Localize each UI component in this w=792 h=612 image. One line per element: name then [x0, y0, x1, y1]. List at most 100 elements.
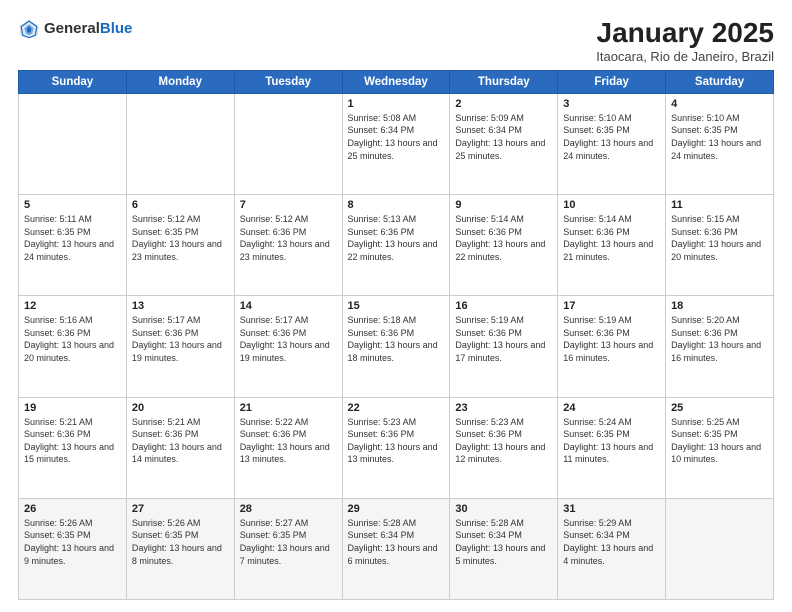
day-info: Sunrise: 5:12 AMSunset: 6:35 PMDaylight:…	[132, 213, 229, 263]
calendar-cell: 8 Sunrise: 5:13 AMSunset: 6:36 PMDaylight…	[342, 195, 450, 296]
calendar-cell: 15 Sunrise: 5:18 AMSunset: 6:36 PMDayligh…	[342, 296, 450, 397]
calendar-cell: 13 Sunrise: 5:17 AMSunset: 6:36 PMDayligh…	[126, 296, 234, 397]
calendar-cell: 7Sunrise: 5:12 AMSunset: 6:36 PMDaylight…	[234, 195, 342, 296]
calendar-cell: 17Sunrise: 5:19 AMSunset: 6:36 PMDayligh…	[558, 296, 666, 397]
day-info: Sunrise: 5:11 AMSunset: 6:35 PMDaylight:…	[24, 213, 121, 263]
day-info: Sunrise: 5:28 AMSunset: 6:34 PMDaylight:…	[348, 517, 445, 567]
calendar-cell: 10Sunrise: 5:14 AMSunset: 6:36 PMDayligh…	[558, 195, 666, 296]
calendar-week-row: 19 Sunrise: 5:21 AMSunset: 6:36 PMDayligh…	[19, 397, 774, 498]
day-info: Sunrise: 5:22 AMSunset: 6:36 PMDaylight:…	[240, 416, 337, 466]
calendar-cell: 5 Sunrise: 5:11 AMSunset: 6:35 PMDaylight…	[19, 195, 127, 296]
logo: General Blue	[18, 18, 132, 40]
calendar-table: Sunday Monday Tuesday Wednesday Thursday…	[18, 70, 774, 600]
calendar-cell: 23 Sunrise: 5:23 AMSunset: 6:36 PMDayligh…	[450, 397, 558, 498]
day-info: Sunrise: 5:23 AMSunset: 6:36 PMDaylight:…	[455, 416, 552, 466]
calendar-cell: 26 Sunrise: 5:26 AMSunset: 6:35 PMDayligh…	[19, 498, 127, 599]
day-number: 25	[671, 402, 768, 414]
day-number: 19	[24, 402, 121, 414]
day-number: 20	[132, 402, 229, 414]
day-info: Sunrise: 5:09 AMSunset: 6:34 PMDaylight:…	[455, 112, 552, 162]
day-info: Sunrise: 5:10 AMSunset: 6:35 PMDaylight:…	[671, 112, 768, 162]
calendar-week-row: 12Sunrise: 5:16 AMSunset: 6:36 PMDayligh…	[19, 296, 774, 397]
day-info: Sunrise: 5:23 AMSunset: 6:36 PMDaylight:…	[348, 416, 445, 466]
header-monday: Monday	[126, 70, 234, 93]
day-info: Sunrise: 5:17 AMSunset: 6:36 PMDaylight:…	[240, 314, 337, 364]
calendar-cell: 28Sunrise: 5:27 AMSunset: 6:35 PMDayligh…	[234, 498, 342, 599]
calendar-cell: 21 Sunrise: 5:22 AMSunset: 6:36 PMDayligh…	[234, 397, 342, 498]
calendar-cell	[126, 93, 234, 194]
logo-blue: Blue	[100, 21, 133, 38]
calendar-cell	[234, 93, 342, 194]
header-friday: Friday	[558, 70, 666, 93]
calendar-header: Sunday Monday Tuesday Wednesday Thursday…	[19, 70, 774, 93]
weekday-header-row: Sunday Monday Tuesday Wednesday Thursday…	[19, 70, 774, 93]
day-number: 13	[132, 300, 229, 312]
calendar-cell: 6 Sunrise: 5:12 AMSunset: 6:35 PMDaylight…	[126, 195, 234, 296]
day-number: 22	[348, 402, 445, 414]
day-info: Sunrise: 5:25 AMSunset: 6:35 PMDaylight:…	[671, 416, 768, 466]
calendar-cell: 16 Sunrise: 5:19 AMSunset: 6:36 PMDayligh…	[450, 296, 558, 397]
logo-text: General Blue	[44, 21, 132, 38]
day-number: 6	[132, 199, 229, 211]
day-info: Sunrise: 5:26 AMSunset: 6:35 PMDaylight:…	[24, 517, 121, 567]
header-thursday: Thursday	[450, 70, 558, 93]
day-number: 18	[671, 300, 768, 312]
calendar-cell	[19, 93, 127, 194]
day-number: 7	[240, 199, 337, 211]
header-sunday: Sunday	[19, 70, 127, 93]
day-info: Sunrise: 5:16 AMSunset: 6:36 PMDaylight:…	[24, 314, 121, 364]
day-info: Sunrise: 5:10 AMSunset: 6:35 PMDaylight:…	[563, 112, 660, 162]
day-number: 30	[455, 503, 552, 515]
day-info: Sunrise: 5:15 AMSunset: 6:36 PMDaylight:…	[671, 213, 768, 263]
day-info: Sunrise: 5:17 AMSunset: 6:36 PMDaylight:…	[132, 314, 229, 364]
day-info: Sunrise: 5:14 AMSunset: 6:36 PMDaylight:…	[563, 213, 660, 263]
calendar-cell: 14 Sunrise: 5:17 AMSunset: 6:36 PMDayligh…	[234, 296, 342, 397]
header-wednesday: Wednesday	[342, 70, 450, 93]
logo-icon	[18, 18, 40, 40]
day-number: 21	[240, 402, 337, 414]
day-info: Sunrise: 5:21 AMSunset: 6:36 PMDaylight:…	[24, 416, 121, 466]
calendar-cell: 19 Sunrise: 5:21 AMSunset: 6:36 PMDayligh…	[19, 397, 127, 498]
calendar-cell: 20Sunrise: 5:21 AMSunset: 6:36 PMDayligh…	[126, 397, 234, 498]
calendar-week-row: 5 Sunrise: 5:11 AMSunset: 6:35 PMDaylight…	[19, 195, 774, 296]
day-number: 31	[563, 503, 660, 515]
day-number: 1	[348, 98, 445, 110]
day-info: Sunrise: 5:19 AMSunset: 6:36 PMDaylight:…	[455, 314, 552, 364]
day-number: 28	[240, 503, 337, 515]
day-info: Sunrise: 5:13 AMSunset: 6:36 PMDaylight:…	[348, 213, 445, 263]
header-tuesday: Tuesday	[234, 70, 342, 93]
day-number: 24	[563, 402, 660, 414]
day-info: Sunrise: 5:14 AMSunset: 6:36 PMDaylight:…	[455, 213, 552, 263]
day-info: Sunrise: 5:20 AMSunset: 6:36 PMDaylight:…	[671, 314, 768, 364]
calendar-body: 1 Sunrise: 5:08 AMSunset: 6:34 PMDaylight…	[19, 93, 774, 599]
calendar-cell: 30Sunrise: 5:28 AMSunset: 6:34 PMDayligh…	[450, 498, 558, 599]
day-number: 2	[455, 98, 552, 110]
day-number: 29	[348, 503, 445, 515]
day-info: Sunrise: 5:08 AMSunset: 6:34 PMDaylight:…	[348, 112, 445, 162]
day-number: 14	[240, 300, 337, 312]
day-number: 15	[348, 300, 445, 312]
day-number: 5	[24, 199, 121, 211]
calendar-cell: 27Sunrise: 5:26 AMSunset: 6:35 PMDayligh…	[126, 498, 234, 599]
calendar-cell: 11 Sunrise: 5:15 AMSunset: 6:36 PMDayligh…	[666, 195, 774, 296]
day-number: 8	[348, 199, 445, 211]
day-number: 16	[455, 300, 552, 312]
calendar-cell: 31Sunrise: 5:29 AMSunset: 6:34 PMDayligh…	[558, 498, 666, 599]
day-number: 23	[455, 402, 552, 414]
day-number: 26	[24, 503, 121, 515]
logo-general: General	[44, 21, 100, 38]
calendar-cell	[666, 498, 774, 599]
calendar-cell: 3 Sunrise: 5:10 AMSunset: 6:35 PMDaylight…	[558, 93, 666, 194]
calendar-cell: 2 Sunrise: 5:09 AMSunset: 6:34 PMDaylight…	[450, 93, 558, 194]
calendar-cell: 29 Sunrise: 5:28 AMSunset: 6:34 PMDayligh…	[342, 498, 450, 599]
day-number: 3	[563, 98, 660, 110]
calendar-cell: 24Sunrise: 5:24 AMSunset: 6:35 PMDayligh…	[558, 397, 666, 498]
calendar-subtitle: Itaocara, Rio de Janeiro, Brazil	[596, 49, 774, 64]
day-info: Sunrise: 5:19 AMSunset: 6:36 PMDaylight:…	[563, 314, 660, 364]
header: General Blue January 2025 Itaocara, Rio …	[18, 18, 774, 64]
calendar-cell: 9Sunrise: 5:14 AMSunset: 6:36 PMDaylight…	[450, 195, 558, 296]
calendar-title: January 2025	[596, 18, 774, 49]
calendar-cell: 4Sunrise: 5:10 AMSunset: 6:35 PMDaylight…	[666, 93, 774, 194]
day-number: 11	[671, 199, 768, 211]
day-info: Sunrise: 5:18 AMSunset: 6:36 PMDaylight:…	[348, 314, 445, 364]
